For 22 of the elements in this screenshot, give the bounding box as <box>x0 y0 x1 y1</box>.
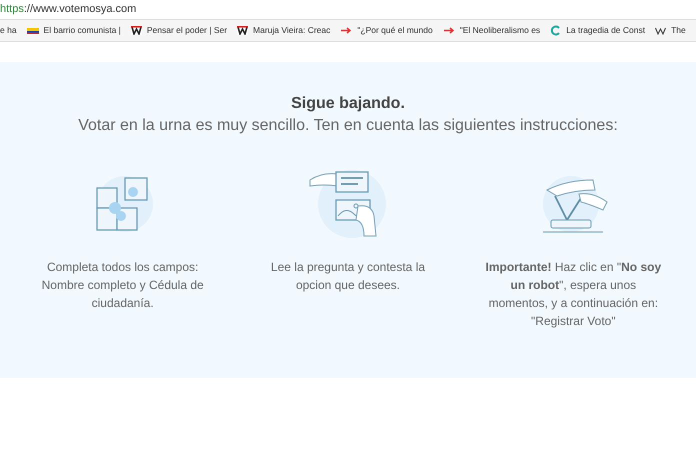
bookmark-link[interactable]: "El Neoliberalismo es <box>460 24 540 37</box>
logo-icon <box>237 26 248 35</box>
bookmark-link[interactable]: The <box>671 24 686 37</box>
url-text: ://www.votemosya.com <box>24 2 136 18</box>
step-description: Lee la pregunta y contesta la opcion que desees. <box>270 259 426 294</box>
bookmark-link[interactable]: La tragedia de Const <box>566 24 646 37</box>
ring-icon <box>550 25 562 36</box>
bookmark-link[interactable]: "¿Por qué el mundo <box>357 24 433 37</box>
logo-icon <box>130 26 142 35</box>
wiki-icon <box>655 26 666 34</box>
arrow-icon <box>340 27 352 34</box>
flag-icon <box>26 28 39 34</box>
bookmark-link[interactable]: Maruja Vieira: Creac <box>253 24 330 37</box>
step-description: Completa todos los campos: Nombre completo y Cédula de ciudadanía. <box>40 259 205 312</box>
bookmark-link[interactable]: El barrio comunista | <box>44 24 121 37</box>
section-subheading: Votar en la urna es muy sencillo. Ten en cuenta las siguientes instrucciones: <box>78 116 618 136</box>
step-description: Importante! Haz clic en "No soy un robot", espera unos momentos, y a continuación en: "Registrar Voto" <box>484 259 662 330</box>
url-scheme: https <box>0 2 24 18</box>
bookmark-link[interactable]: e ha <box>0 24 17 37</box>
section-heading: Sigue bajando. <box>291 94 405 114</box>
arrow-icon <box>442 27 455 34</box>
bookmark-link[interactable]: Pensar el poder | Ser <box>146 24 228 37</box>
